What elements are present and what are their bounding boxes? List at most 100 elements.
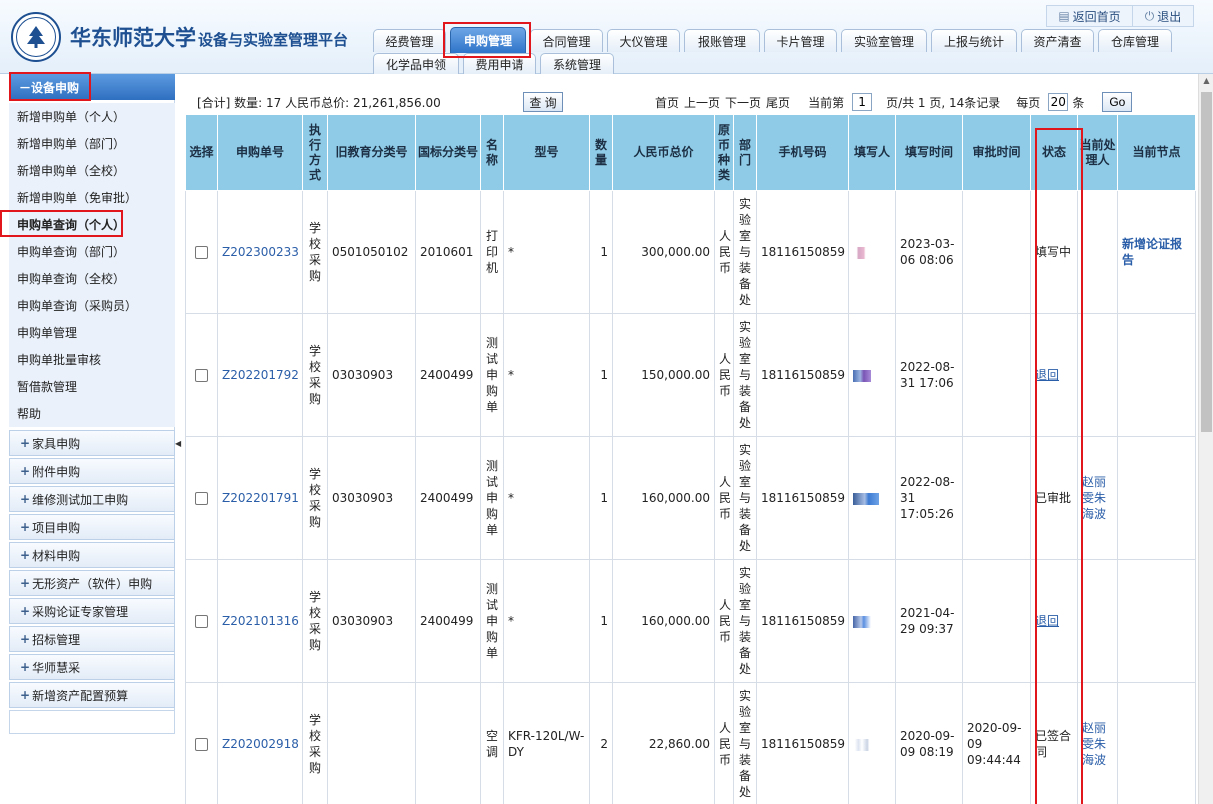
sidebar-group-project[interactable]: + 项目申购 <box>9 514 175 540</box>
col-filler: 填写人 <box>848 114 896 191</box>
col-order-no[interactable]: 申购单号 <box>217 114 303 191</box>
model-cell: * <box>503 559 590 683</box>
tab-card[interactable]: 卡片管理 <box>764 29 837 52</box>
sidebar-group-furniture[interactable]: + 家具申购 <box>9 430 175 456</box>
node-cell <box>1117 313 1196 437</box>
tab-funding[interactable]: 经费管理 <box>373 29 446 52</box>
order-link[interactable]: Z202201791 <box>222 491 299 505</box>
row-checkbox[interactable] <box>195 615 208 628</box>
next-page-link[interactable]: 下一页 <box>725 94 761 111</box>
plus-icon: + <box>20 632 31 646</box>
tab-large-instrument[interactable]: 大仪管理 <box>607 29 680 52</box>
sidebar-item-new-personal[interactable]: 新增申购单（个人） <box>9 103 175 130</box>
col-model: 型号 <box>503 114 590 191</box>
row-checkbox[interactable] <box>195 246 208 259</box>
sidebar-section-equipment[interactable]: －设备申购 <box>9 74 175 100</box>
sidebar-item-new-school[interactable]: 新增申购单（全校） <box>9 157 175 184</box>
blurred-name-icon <box>853 492 879 505</box>
exit-link[interactable]: ⏻ 退出 <box>1133 6 1193 26</box>
handler-link[interactable]: 赵丽雯朱海波 <box>1082 475 1106 521</box>
dept-cell: 实验室与装备处 <box>733 190 757 314</box>
handler-cell <box>1077 190 1118 314</box>
tab-reimbursement[interactable]: 报账管理 <box>684 29 760 52</box>
main-content: [合计] 数量: 17 人民币总价: 21,261,856.00 查 询 首页 … <box>185 74 1198 804</box>
vertical-scrollbar[interactable]: ▲ <box>1198 74 1213 804</box>
node-cell <box>1117 682 1196 804</box>
sidebar-item-new-exempt[interactable]: 新增申购单（免审批） <box>9 184 175 211</box>
fill-time-cell: 2023-03-06 08:06 <box>895 190 963 314</box>
table-row: Z202002918 学校采购 空调 KFR-120L/W-DY 2 22,86… <box>185 682 1196 804</box>
sidebar-group-budget[interactable]: + 新增资产配置预算 <box>9 682 175 708</box>
query-button[interactable]: 查 询 <box>523 92 563 112</box>
status-link[interactable]: 退回 <box>1035 614 1059 628</box>
tab-warehouse[interactable]: 仓库管理 <box>1098 29 1172 52</box>
sidebar-item-help[interactable]: 帮助 <box>9 400 175 427</box>
prev-page-link[interactable]: 上一页 <box>684 94 720 111</box>
sidebar-item-query-school[interactable]: 申购单查询（全校） <box>9 265 175 292</box>
collapse-sidebar-icon[interactable]: ◀ <box>175 432 182 454</box>
qty-cell: 1 <box>589 436 613 560</box>
old-code-cell: 03030903 <box>327 436 416 560</box>
sidebar-item-loan[interactable]: 暂借款管理 <box>9 373 175 400</box>
col-status: 状态 <box>1030 114 1078 191</box>
toolbar: [合计] 数量: 17 人民币总价: 21,261,856.00 查 询 首页 … <box>185 91 1198 113</box>
tab-chemicals[interactable]: 化学品申领 <box>373 53 459 74</box>
name-cell: 测试申购单 <box>480 559 504 683</box>
order-link[interactable]: Z202101316 <box>222 614 299 628</box>
approve-time-cell <box>962 313 1031 437</box>
home-link[interactable]: ▤ 返回首页 <box>1047 6 1133 26</box>
last-page-link[interactable]: 尾页 <box>766 94 790 111</box>
sidebar-item-query-buyer[interactable]: 申购单查询（采购员） <box>9 292 175 319</box>
tab-contract[interactable]: 合同管理 <box>530 29 603 52</box>
order-link[interactable]: Z202002918 <box>222 737 299 751</box>
sidebar-group-repair[interactable]: + 维修测试加工申购 <box>9 486 175 512</box>
tab-asset-inventory[interactable]: 资产清查 <box>1021 29 1094 52</box>
col-handler: 当前处理人 <box>1077 114 1118 191</box>
col-nat-code: 国标分类号 <box>415 114 481 191</box>
current-page-input[interactable] <box>852 93 873 111</box>
tab-lab[interactable]: 实验室管理 <box>841 29 927 52</box>
tab-purchase[interactable]: 申购管理 <box>450 27 526 53</box>
node-cell <box>1117 559 1196 683</box>
handler-link[interactable]: 赵丽雯朱海波 <box>1082 721 1106 767</box>
row-checkbox[interactable] <box>195 738 208 751</box>
tab-expense[interactable]: 费用申请 <box>463 53 536 74</box>
sidebar-groups: + 家具申购 + 附件申购 + 维修测试加工申购 + 项目申购 + 材料申购 + 无形资产（… <box>9 430 175 710</box>
node-link[interactable]: 新增论证报告 <box>1122 237 1182 267</box>
row-checkbox[interactable] <box>195 492 208 505</box>
scrollbar-thumb[interactable] <box>1201 92 1212 432</box>
phone-cell: 18116150859 <box>756 313 849 437</box>
per-page-input[interactable] <box>1048 93 1069 111</box>
order-link[interactable]: Z202201792 <box>222 368 299 382</box>
sidebar-group-experts[interactable]: + 采购论证专家管理 <box>9 598 175 624</box>
sidebar-item-new-dept[interactable]: 新增申购单（部门） <box>9 130 175 157</box>
row-checkbox[interactable] <box>195 369 208 382</box>
sidebar-item-batch-review[interactable]: 申购单批量审核 <box>9 346 175 373</box>
sidebar-item-query-personal[interactable]: 申购单查询（个人） <box>9 211 175 238</box>
order-link[interactable]: Z202300233 <box>222 245 299 259</box>
pages-info: 页/共 1 页, 14条记录 <box>886 95 1001 110</box>
first-page-link[interactable]: 首页 <box>655 94 679 111</box>
go-button[interactable]: Go <box>1102 92 1133 112</box>
tab-system[interactable]: 系统管理 <box>540 53 614 74</box>
col-fill-time: 填写时间 <box>895 114 963 191</box>
scroll-up-icon[interactable]: ▲ <box>1199 76 1213 85</box>
sidebar-group-accessory[interactable]: + 附件申购 <box>9 458 175 484</box>
university-name: 华东师范大学 <box>70 25 196 50</box>
plus-icon: + <box>20 436 31 450</box>
sidebar-item-query-dept[interactable]: 申购单查询（部门） <box>9 238 175 265</box>
sidebar-item-manage[interactable]: 申购单管理 <box>9 319 175 346</box>
sidebar-group-huishi[interactable]: + 华师慧采 <box>9 654 175 680</box>
sidebar-group-bidding[interactable]: + 招标管理 <box>9 626 175 652</box>
col-name: 名称 <box>480 114 504 191</box>
exec-cell: 学校采购 <box>302 190 328 314</box>
status-link[interactable]: 退回 <box>1035 368 1059 382</box>
top-links: ▤ 返回首页 ⏻ 退出 <box>1046 5 1194 27</box>
dept-cell: 实验室与装备处 <box>733 313 757 437</box>
sidebar-group-material[interactable]: + 材料申购 <box>9 542 175 568</box>
sidebar-group-software[interactable]: + 无形资产（软件）申购 <box>9 570 175 596</box>
per-page-unit: 条 <box>1072 95 1085 110</box>
per-page-label: 每页 <box>1016 95 1041 110</box>
tab-report-stats[interactable]: 上报与统计 <box>931 29 1017 52</box>
current-page-label: 当前第 <box>808 95 845 110</box>
